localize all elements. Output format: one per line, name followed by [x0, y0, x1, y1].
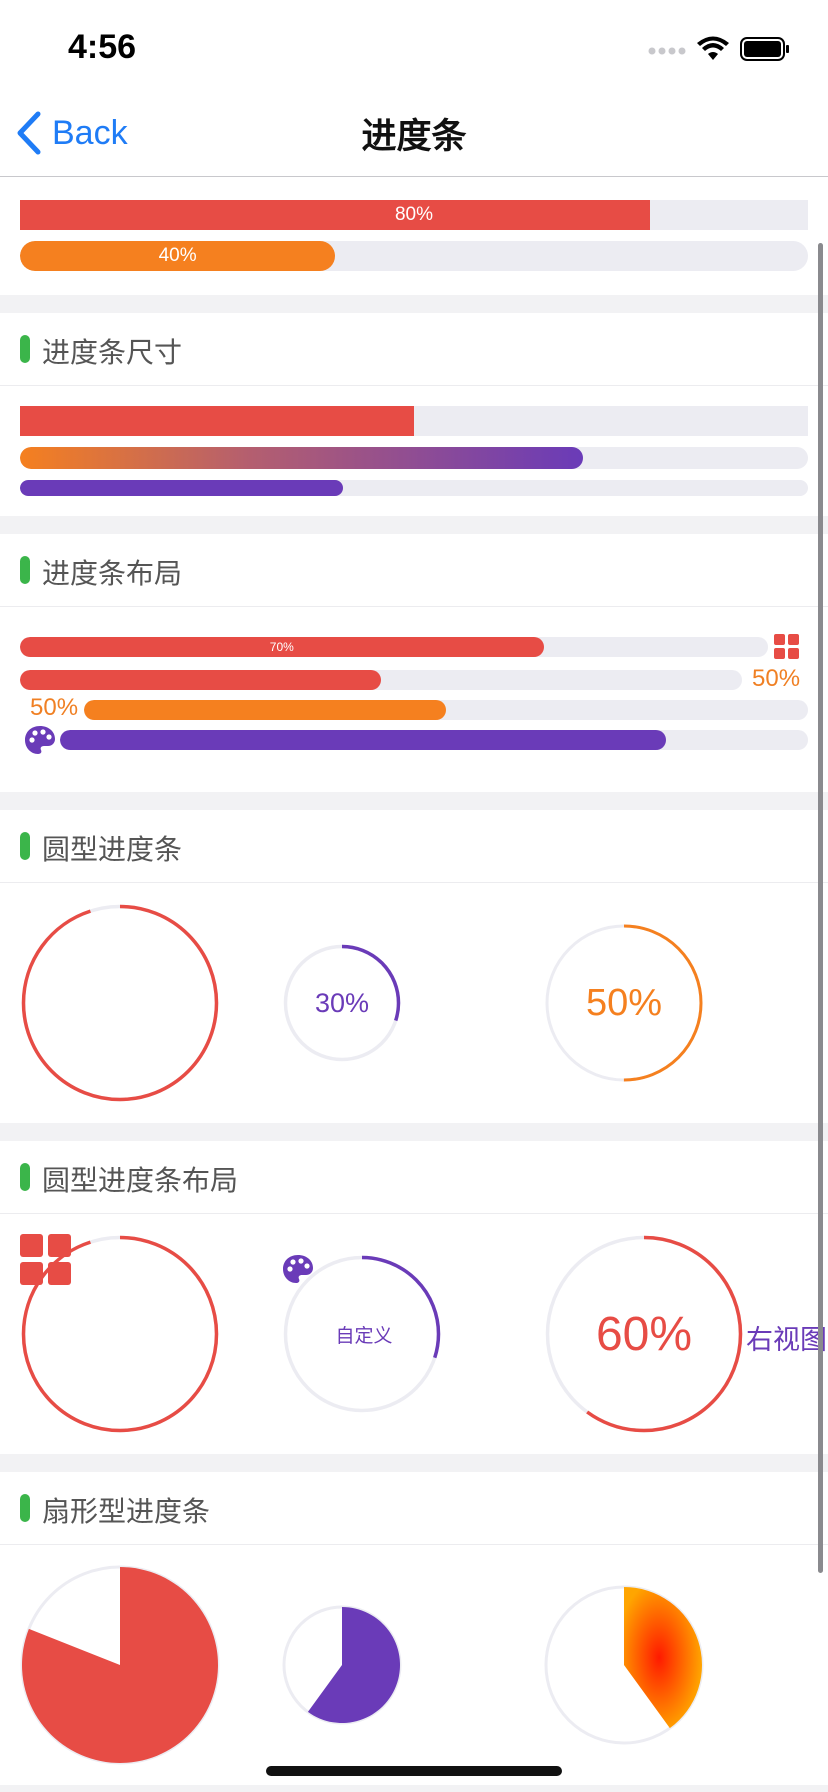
- section-title: 圆型进度条布局: [42, 1164, 239, 1197]
- section-title: 扇形型进度条: [42, 1495, 211, 1528]
- circle-progress-60: 60%: [544, 1234, 744, 1434]
- top-bars-card: 80% 40%: [0, 177, 828, 295]
- battery-icon: [740, 37, 789, 61]
- circle-custom-label: 自定义: [335, 1325, 393, 1347]
- section-marker: [20, 556, 30, 584]
- section-gap: [0, 792, 828, 810]
- right-view-label: 右视图: [746, 1325, 827, 1356]
- circle-center: 自定义: [282, 1254, 442, 1414]
- pie-svg: [282, 1605, 402, 1725]
- palette-icon: [283, 1255, 313, 1283]
- progress-label: 40%: [158, 245, 197, 266]
- section-gap: [0, 516, 828, 534]
- section-gap: [0, 1123, 828, 1141]
- status-time: 4:56: [68, 28, 137, 66]
- progress-bar-right-label: [20, 670, 742, 690]
- section-title: 圆型进度条: [42, 833, 183, 866]
- progress-bar-40: 40%: [20, 241, 808, 271]
- size-card: [0, 386, 828, 516]
- layout-card: 70% 50% 50%: [0, 607, 828, 792]
- progress-bar-icon: [60, 730, 808, 750]
- circle-center: [20, 1234, 220, 1434]
- section-marker: [20, 1163, 30, 1191]
- circle-card: 30% 50%: [0, 883, 828, 1123]
- progress-label: 80%: [394, 204, 434, 225]
- circle-progress-grid: [20, 1234, 220, 1434]
- pie-svg: [544, 1585, 704, 1745]
- section-header-size: 进度条尺寸: [0, 313, 828, 386]
- content-scroll[interactable]: 80% 40% 进度条尺寸 进度条布局 70% 50% 50% 圆型进度条 30…: [0, 177, 828, 1785]
- progress-bar-left-label: [84, 700, 808, 720]
- grid-icon: [20, 1234, 71, 1285]
- progress-label: 70%: [269, 640, 294, 654]
- progress-bar-inner-label: 70%: [20, 637, 768, 657]
- section-title: 进度条尺寸: [42, 336, 183, 369]
- circle-progress-custom: 自定义: [282, 1254, 442, 1414]
- navigation-bar: Back 进度条: [0, 90, 828, 177]
- progress-fill: 40%: [20, 241, 336, 271]
- circle-progress-large: [20, 903, 220, 1103]
- grid-icon: [774, 634, 799, 659]
- progress-bar-large: [20, 406, 808, 436]
- section-gap: [0, 295, 828, 313]
- section-header-circle: 圆型进度条: [0, 810, 828, 883]
- progress-fill: [20, 670, 381, 690]
- right-percent-label: 50%: [752, 665, 801, 692]
- section-title: 进度条布局: [42, 557, 183, 590]
- progress-bar-80: 80%: [20, 200, 808, 230]
- section-marker: [20, 1494, 30, 1522]
- progress-fill: 70%: [20, 637, 544, 657]
- pie-card: [0, 1545, 828, 1785]
- pie-svg: [20, 1565, 220, 1765]
- left-percent-label: 50%: [30, 694, 79, 721]
- circle-label: 60%: [595, 1307, 693, 1361]
- pie-progress-gradient: [544, 1585, 704, 1745]
- circle-label: 50%: [585, 981, 663, 1024]
- signal-icon: [648, 47, 686, 55]
- circle-layout-card: 自定义 60% 右视图: [0, 1214, 828, 1454]
- ring-svg: [21, 904, 219, 1102]
- circle-progress-30: 30%: [282, 943, 402, 1063]
- wifi-icon: [697, 36, 729, 60]
- section-header-circle-layout: 圆型进度条布局: [0, 1141, 828, 1214]
- progress-fill: [84, 700, 446, 720]
- palette-icon: [25, 726, 55, 754]
- progress-fill: [20, 447, 583, 469]
- progress-bar-small: [20, 480, 808, 496]
- vertical-scrollbar[interactable]: [818, 243, 823, 1573]
- section-marker: [20, 832, 30, 860]
- progress-fill: [20, 406, 414, 436]
- ring-progress-arc: [21, 904, 219, 1102]
- circle-progress-50: 50%: [544, 923, 704, 1083]
- status-icons: [648, 36, 790, 62]
- page-title: 进度条: [361, 117, 467, 157]
- progress-bar-gradient: [20, 447, 808, 469]
- section-header-layout: 进度条布局: [0, 534, 828, 607]
- progress-fill: [20, 480, 344, 496]
- section-marker: [20, 335, 30, 363]
- circle-label: 30%: [314, 987, 370, 1018]
- status-bar: 4:56: [0, 0, 828, 90]
- section-gap: [0, 1454, 828, 1472]
- pie-progress-large: [20, 1565, 220, 1765]
- home-indicator[interactable]: [266, 1766, 562, 1776]
- section-header-pie: 扇形型进度条: [0, 1472, 828, 1545]
- pie-progress-medium: [282, 1605, 402, 1725]
- progress-fill: [60, 730, 666, 750]
